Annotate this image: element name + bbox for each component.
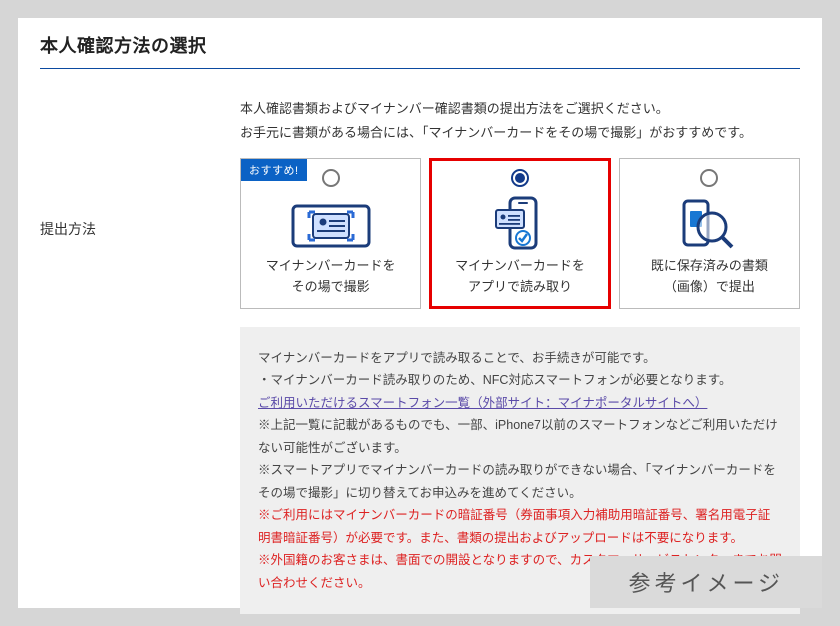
external-link[interactable]: ご利用いただけるスマートフォン一覧（外部サイト：マイナポータルサイトへ） (258, 396, 707, 410)
option-card-camera[interactable]: おすすめ! (240, 158, 421, 309)
card-label: マイナンバーカードを アプリで読み取り (436, 256, 603, 298)
option-card-app-read[interactable]: マイナンバーカードを アプリで読み取り (429, 158, 610, 309)
option-cards: おすすめ! (240, 158, 800, 309)
info-head: マイナンバーカードをアプリで読み取ることで、お手続きが可能です。 (258, 347, 782, 370)
right-column: 本人確認書類およびマイナンバー確認書類の提出方法をご選択ください。 お手元に書類… (240, 99, 800, 614)
page-title: 本人確認方法の選択 (40, 32, 800, 69)
instruction-2: お手元に書類がある場合には、「マイナンバーカードをその場で撮影」がおすすめです。 (240, 123, 800, 143)
radio-unchecked-icon[interactable] (322, 169, 340, 187)
card-label: 既に保存済みの書類 （画像）で提出 (626, 256, 793, 298)
reference-image-label: 参考イメージ (590, 556, 822, 608)
info-warning-1: ※ご利用にはマイナンバーカードの暗証番号（券面事項入力補助用暗証番号、署名用電子… (258, 504, 782, 549)
phone-magnify-icon (626, 196, 793, 256)
camera-capture-icon (247, 196, 414, 256)
info-bullet-1: ・マイナンバーカード読み取りのため、NFC対応スマートフォンが必要となります。 (258, 369, 782, 392)
content: 提出方法 本人確認書類およびマイナンバー確認書類の提出方法をご選択ください。 お… (40, 99, 800, 614)
panel: 本人確認方法の選択 提出方法 本人確認書類およびマイナンバー確認書類の提出方法を… (18, 18, 822, 608)
phone-nfc-icon (436, 196, 603, 256)
recommended-badge: おすすめ! (241, 159, 307, 181)
submit-method-label: 提出方法 (40, 99, 240, 614)
info-note-2: ※スマートアプリでマイナンバーカードの読み取りができない場合、「マイナンバーカー… (258, 459, 782, 504)
option-card-existing-image[interactable]: 既に保存済みの書類 （画像）で提出 (619, 158, 800, 309)
instruction-1: 本人確認書類およびマイナンバー確認書類の提出方法をご選択ください。 (240, 99, 800, 119)
radio-checked-icon[interactable] (511, 169, 529, 187)
card-label: マイナンバーカードを その場で撮影 (247, 256, 414, 298)
radio-unchecked-icon[interactable] (700, 169, 718, 187)
info-note-1: ※上記一覧に記載があるものでも、一部、iPhone7以前のスマートフォンなどご利… (258, 414, 782, 459)
